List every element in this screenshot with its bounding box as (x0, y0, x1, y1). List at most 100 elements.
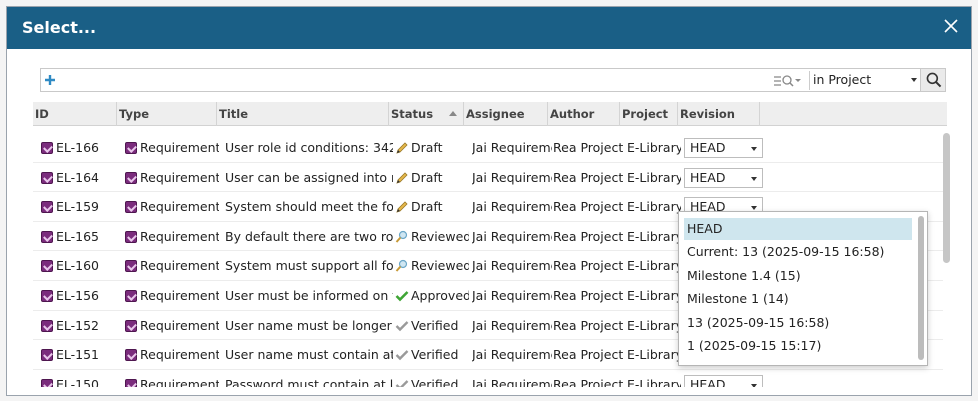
dialog-titlebar: Select... (7, 7, 971, 49)
table-row[interactable]: EL-150 Requirement Password must contain a… (33, 370, 943, 387)
cell-project: E-Library (627, 376, 681, 387)
cell-status: Reviewed (395, 222, 469, 251)
dialog-title: Select... (22, 18, 97, 37)
column-header-status[interactable]: Status (389, 102, 464, 126)
requirement-icon (125, 319, 137, 332)
cell-title: User must be informed on the log (225, 288, 393, 303)
cell-author: Rea Project (553, 376, 623, 387)
cell-author: Rea Project (553, 347, 623, 363)
chevron-down-icon (751, 176, 757, 181)
green-check-icon (395, 284, 409, 302)
scope-label: in Project (813, 72, 872, 87)
requirement-icon (41, 260, 53, 273)
cell-type: Requirement (125, 192, 219, 221)
cell-type: Requirement (125, 340, 219, 369)
scope-select[interactable]: in Project (813, 69, 921, 91)
dropdown-scrollbar[interactable] (918, 216, 924, 360)
revision-dropdown[interactable]: HEAD Current: 13 (2025-09-15 16:58) Milest… (678, 211, 928, 366)
chevron-down-icon (751, 383, 757, 387)
cell-project: E-Library (627, 169, 681, 185)
cell-type: Requirement (125, 370, 219, 387)
filter-separator (809, 71, 810, 90)
column-header-title[interactable]: Title (217, 102, 389, 126)
cell-title: User name must be longer than (225, 317, 393, 333)
cell-id: EL-164 (41, 163, 119, 192)
requirement-icon (41, 171, 53, 184)
cell-id: EL-166 (41, 133, 119, 162)
cell-status: Verified (395, 340, 469, 369)
cell-assignee: Jai Requiremen (472, 199, 552, 215)
chevron-down-icon (911, 78, 917, 82)
cell-status: Reviewed (395, 251, 469, 280)
cell-title: Password must contain at least (225, 376, 393, 387)
cell-assignee: Jai Requiremen (472, 317, 552, 333)
table-row[interactable]: EL-164 Requirement User can be assigned in… (33, 163, 943, 193)
cell-author: Rea Project (553, 288, 623, 303)
cell-status: Verified (395, 370, 469, 387)
requirement-icon (41, 142, 53, 154)
cell-title: System must support all following (225, 258, 393, 274)
vertical-scrollbar[interactable] (942, 133, 951, 387)
column-header-revision[interactable]: Revision (678, 102, 760, 126)
cell-author: Rea Project (553, 169, 623, 185)
cell-project: E-Library (627, 317, 681, 333)
filter-bar[interactable]: in Project (40, 68, 946, 92)
revision-select[interactable]: HEAD (684, 138, 763, 158)
cell-id: EL-152 (41, 311, 119, 340)
cell-assignee: Jai Requiremen (472, 347, 552, 363)
search-button[interactable] (920, 68, 946, 92)
search-icon (926, 72, 942, 88)
column-header-assignee[interactable]: Assignee (464, 102, 548, 126)
cell-project: E-Library (627, 228, 681, 244)
query-builder-icon[interactable] (773, 73, 803, 89)
magnifier-icon (395, 225, 409, 243)
requirement-icon (41, 319, 53, 332)
plus-icon[interactable] (44, 74, 56, 86)
column-header-author[interactable]: Author (548, 102, 620, 126)
column-header-id[interactable]: ID (33, 102, 117, 126)
revision-option[interactable]: Current: 13 (2025-09-15 16:58) (684, 241, 912, 263)
gray-check-icon (395, 373, 409, 387)
cell-project: E-Library (627, 199, 681, 215)
requirement-icon (125, 378, 137, 387)
revision-select[interactable]: HEAD (684, 167, 763, 188)
requirement-icon (125, 230, 137, 243)
revision-option[interactable]: Milestone 1 (14) (684, 288, 912, 310)
cell-id: EL-150 (41, 370, 119, 387)
cell-status: Approved (395, 281, 469, 310)
cell-project: E-Library (627, 288, 681, 303)
revision-select[interactable]: HEAD (684, 374, 763, 387)
revision-option[interactable]: 13 (2025-09-15 16:58) (684, 312, 912, 334)
column-header-type[interactable]: Type (117, 102, 217, 126)
cell-project: E-Library (627, 347, 681, 363)
gray-check-icon (395, 314, 409, 331)
close-icon[interactable] (941, 16, 961, 36)
cell-type: Requirement (125, 281, 219, 310)
cell-title: User can be assigned into multiple (225, 169, 393, 185)
cell-id: EL-156 (41, 281, 119, 310)
select-dialog: Select... in Project ID Type Title Statu… (6, 6, 972, 396)
revision-option[interactable]: Milestone 1.4 (15) (684, 265, 912, 287)
cell-status: Draft (395, 133, 469, 162)
cell-type: Requirement (125, 222, 219, 251)
revision-option[interactable]: HEAD (684, 218, 912, 240)
gray-check-icon (395, 343, 409, 361)
cell-author: Rea Project (553, 140, 623, 155)
cell-status: Verified (395, 311, 469, 340)
requirement-icon (41, 230, 53, 243)
cell-title: System should meet the following (225, 199, 393, 215)
table-row[interactable]: EL-166 Requirement User role id conditions… (33, 133, 943, 163)
revision-option[interactable]: 1 (2025-09-15 15:17) (684, 335, 912, 357)
column-header-project[interactable]: Project (620, 102, 678, 126)
cell-id: EL-159 (41, 192, 119, 221)
requirement-icon (41, 290, 53, 302)
cell-author: Rea Project (553, 228, 623, 244)
cell-assignee: Jai Requiremen (472, 376, 552, 387)
cell-author: Rea Project (553, 317, 623, 333)
chevron-down-icon (751, 206, 757, 211)
cell-assignee: Jai Requiremen (472, 288, 552, 303)
cell-assignee: Jai Requiremen (472, 228, 552, 244)
cell-assignee: Jai Requiremen (472, 140, 552, 155)
scrollbar-thumb[interactable] (943, 133, 950, 263)
cell-id: EL-165 (41, 222, 119, 251)
